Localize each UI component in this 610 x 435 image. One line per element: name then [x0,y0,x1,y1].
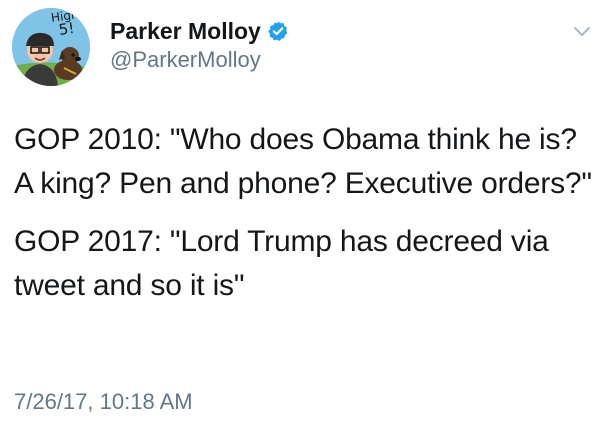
tweet-card: High 5! Parker Molloy @ParkerMolloy GOP … [0,0,610,435]
avatar-caption-bottom: 5! [57,18,76,39]
verified-badge-icon [268,21,288,41]
author-handle[interactable]: @ParkerMolloy [110,45,261,75]
chevron-down-icon[interactable] [572,24,592,38]
display-name[interactable]: Parker Molloy [110,16,261,46]
avatar-caption: High 5! [50,8,81,39]
tweet-paragraph: GOP 2017: "Lord Trump has decreed via tw… [14,225,549,302]
author-name-row: Parker Molloy [110,16,289,46]
tweet-timestamp[interactable]: 7/26/17, 10:18 AM [14,387,193,417]
tweet-text: GOP 2010: "Who does Obama think he is? A… [14,118,598,322]
avatar[interactable]: High 5! [12,8,90,86]
tweet-paragraph: GOP 2010: "Who does Obama think he is? A… [14,123,592,200]
